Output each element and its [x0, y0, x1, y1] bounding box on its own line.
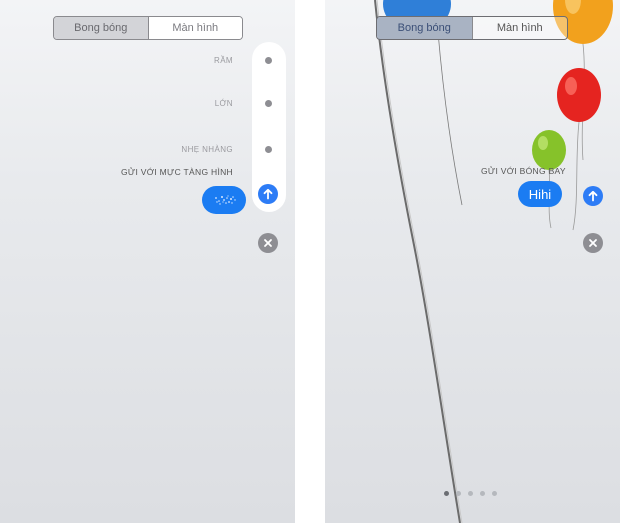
tab-screen[interactable]: Màn hình — [471, 17, 567, 39]
page-dot-2[interactable] — [456, 491, 461, 496]
x-icon — [589, 239, 597, 247]
effect-picker-track — [252, 42, 286, 212]
send-button[interactable] — [583, 186, 603, 206]
close-button[interactable] — [258, 233, 278, 253]
effect-hint: GỬI VỚI MỰC TÀNG HÌNH — [120, 167, 233, 177]
balloons-effect — [374, 0, 613, 523]
page-dot-5[interactable] — [492, 491, 497, 496]
balloon-string — [374, 0, 461, 523]
effect-type-segmented-control: Bong bóng Màn hình — [376, 16, 568, 40]
left-screen: Bong bóng Màn hình RẦM LỚN NHẸ NHÀNG GỬI… — [0, 0, 295, 523]
invisible-ink-particles — [215, 195, 236, 205]
page-dot-4[interactable] — [480, 491, 485, 496]
red-balloon — [557, 68, 601, 122]
page-dot-3[interactable] — [468, 491, 473, 496]
message-bubble[interactable]: Hihi — [518, 181, 562, 207]
effect-label-loud[interactable]: LỚN — [215, 99, 233, 108]
send-button[interactable] — [258, 184, 278, 204]
message-bubble-invisible-ink[interactable] — [202, 186, 246, 214]
arrow-up-icon — [588, 190, 598, 202]
green-balloon — [532, 130, 566, 170]
close-button[interactable] — [583, 233, 603, 253]
effect-dot-loud[interactable] — [265, 100, 272, 107]
effect-label-slam[interactable]: RẦM — [214, 56, 233, 65]
arrow-up-icon — [263, 188, 273, 200]
effect-hint: GỬI VỚI BÓNG BAY — [481, 166, 566, 176]
effect-type-segmented-control: Bong bóng Màn hình — [53, 16, 243, 40]
tab-bubble[interactable]: Bong bóng — [54, 17, 148, 39]
tab-bubble[interactable]: Bong bóng — [377, 17, 472, 39]
page-dot-1[interactable] — [444, 491, 449, 496]
tab-screen[interactable]: Màn hình — [147, 17, 242, 39]
effect-label-gentle[interactable]: NHẸ NHÀNG — [181, 145, 233, 154]
effect-dot-slam[interactable] — [265, 57, 272, 64]
message-text: Hihi — [528, 186, 552, 202]
effect-dot-gentle[interactable] — [265, 146, 272, 153]
x-icon — [264, 239, 272, 247]
right-screen: Bong bóng Màn hình GỬI VỚI BÓNG BAY Hihi — [325, 0, 620, 523]
